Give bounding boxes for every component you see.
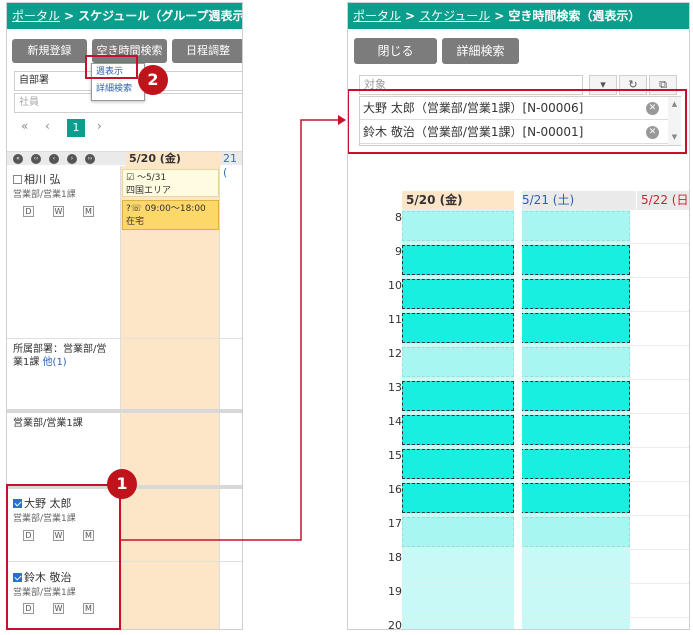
free-slot[interactable]: [402, 381, 514, 411]
hour-line: [403, 209, 689, 210]
hour-label: 8: [395, 211, 402, 224]
partial-free-slot[interactable]: [402, 211, 514, 241]
hour-line: [403, 379, 689, 380]
hour-label: 9: [395, 245, 402, 258]
hour-label: 14: [388, 415, 402, 428]
hour-label: 18: [388, 551, 402, 564]
partial-free-slot[interactable]: [402, 517, 514, 547]
hour-line: [403, 549, 689, 550]
column-gap: [514, 191, 522, 629]
partial-free-slot[interactable]: [402, 347, 514, 377]
breadcrumb-separator: >: [494, 9, 505, 23]
free-slot[interactable]: [402, 449, 514, 479]
hour-label: 11: [388, 313, 402, 326]
detail-search-button[interactable]: 詳細検索: [442, 38, 519, 64]
hour-label: 10: [388, 279, 402, 292]
free-slot[interactable]: [520, 313, 630, 343]
hour-label: 17: [388, 517, 402, 530]
hour-label: 19: [388, 585, 402, 598]
hour-line: [403, 481, 689, 482]
hour-label: 16: [388, 483, 402, 496]
hour-line: [403, 243, 689, 244]
hour-line: [403, 515, 689, 516]
free-slot[interactable]: [402, 483, 514, 513]
hour-line: [403, 583, 689, 584]
free-time-week-panel: ポータル > スケジュール > 空き時間検索（週表示） 閉じる 詳細検索 対象 ▾ ↻ …: [347, 2, 690, 630]
hour-label: 13: [388, 381, 402, 394]
hour-line: [403, 617, 689, 618]
free-slot[interactable]: [520, 381, 630, 411]
free-slot[interactable]: [520, 483, 630, 513]
day-header-fri: 5/20 (金): [402, 191, 516, 209]
close-button[interactable]: 閉じる: [354, 38, 437, 64]
hour-label: 15: [388, 449, 402, 462]
hour-line: [403, 277, 689, 278]
free-slot[interactable]: [520, 415, 630, 445]
page-title: 空き時間検索（週表示）: [508, 9, 641, 23]
free-slot[interactable]: [402, 313, 514, 343]
portal-link[interactable]: ポータル: [353, 9, 401, 23]
free-slot[interactable]: [402, 415, 514, 445]
highlight-selected-list: [348, 89, 687, 154]
free-slot[interactable]: [520, 449, 630, 479]
hour-label: 20: [388, 619, 402, 630]
day-header-sun: 5/22 (日): [637, 191, 689, 209]
hour-line: [403, 447, 689, 448]
free-slot[interactable]: [402, 279, 514, 309]
right-header: ポータル > スケジュール > 空き時間検索（週表示）: [348, 3, 689, 29]
hour-label: 12: [388, 347, 402, 360]
schedule-link[interactable]: スケジュール: [419, 9, 490, 23]
partial-free-slot[interactable]: [520, 211, 630, 241]
hour-line: [403, 345, 689, 346]
partial-free-slot[interactable]: [520, 517, 630, 547]
partial-free-slot[interactable]: [520, 347, 630, 377]
breadcrumb-separator: >: [405, 9, 416, 23]
free-slot[interactable]: [520, 279, 630, 309]
free-slot[interactable]: [520, 245, 630, 275]
hour-line: [403, 413, 689, 414]
day-header-sat: 5/21 (土): [518, 191, 636, 209]
free-slot[interactable]: [402, 245, 514, 275]
hour-line: [403, 311, 689, 312]
